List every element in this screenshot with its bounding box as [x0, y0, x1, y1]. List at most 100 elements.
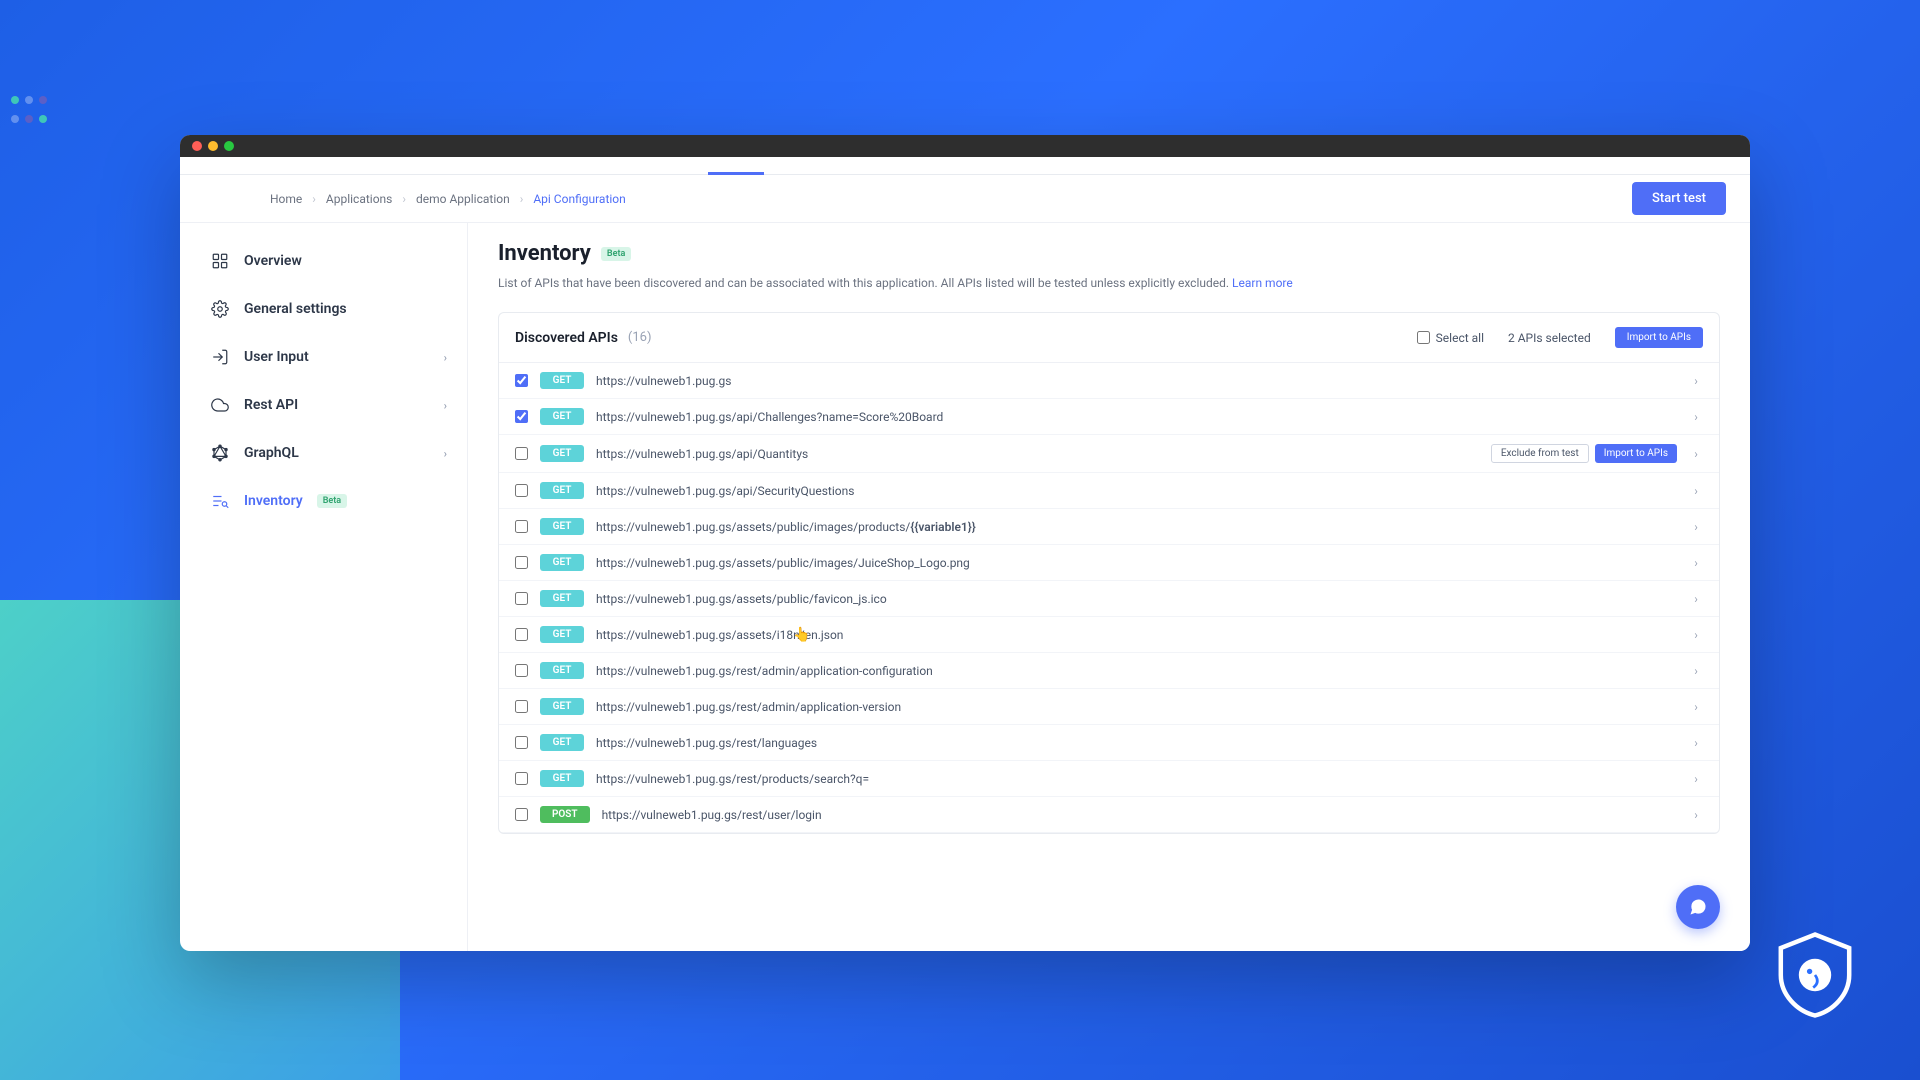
- sidebar-item-label: Rest API: [244, 397, 298, 413]
- api-row[interactable]: GEThttps://vulneweb1.pug.gsExclude from …: [499, 363, 1719, 399]
- grid-icon: [210, 251, 230, 271]
- method-badge: POST: [540, 806, 590, 823]
- chevron-right-icon: ›: [402, 192, 406, 206]
- select-all-checkbox[interactable]: [1417, 331, 1430, 344]
- method-badge: GET: [540, 445, 584, 462]
- breadcrumb-home[interactable]: Home: [270, 192, 302, 206]
- api-row[interactable]: GEThttps://vulneweb1.pug.gs/rest/languag…: [499, 725, 1719, 761]
- api-row[interactable]: GET https://vulneweb1.pug.gs/assets/publi…: [499, 545, 1719, 581]
- method-badge: GET: [540, 372, 584, 389]
- selected-count: 2 APIs selected: [1508, 331, 1591, 345]
- chevron-right-icon: ›: [444, 399, 447, 412]
- chevron-right-icon[interactable]: ›: [1689, 736, 1703, 750]
- api-checkbox[interactable]: [515, 628, 528, 641]
- sidebar-item-graphql[interactable]: GraphQL ›: [198, 429, 467, 477]
- chevron-right-icon[interactable]: ›: [1689, 772, 1703, 786]
- api-row[interactable]: GEThttps://vulneweb1.pug.gs/rest/admin/a…: [499, 653, 1719, 689]
- api-checkbox[interactable]: [515, 447, 528, 460]
- panel-count: (16): [628, 330, 652, 345]
- chevron-right-icon[interactable]: ›: [1689, 628, 1703, 642]
- api-url: https://vulneweb1.pug.gs/assets/i18n/en.…: [596, 628, 1677, 642]
- sidebar-item-user-input[interactable]: User Input ›: [198, 333, 467, 381]
- chevron-right-icon[interactable]: ›: [1689, 592, 1703, 606]
- search-list-icon: [210, 491, 230, 511]
- method-badge: GET: [540, 408, 584, 425]
- method-badge: GET: [540, 770, 584, 787]
- api-row[interactable]: GEThttps://vulneweb1.pug.gs/api/Challeng…: [499, 399, 1719, 435]
- api-row[interactable]: GEThttps://vulneweb1.pug.gs/api/Quantity…: [499, 435, 1719, 473]
- api-url: https://vulneweb1.pug.gs/assets/public/i…: [596, 520, 1677, 534]
- api-row[interactable]: GEThttps://vulneweb1.pug.gs/assets/i18n/…: [499, 617, 1719, 653]
- graphql-icon: [210, 443, 230, 463]
- api-row[interactable]: GEThttps://vulneweb1.pug.gs/assets/publi…: [499, 581, 1719, 617]
- api-row[interactable]: POST https://vulneweb1.pug.gs/rest/user/l…: [499, 797, 1719, 833]
- api-checkbox[interactable]: [515, 592, 528, 605]
- api-checkbox[interactable]: [515, 772, 528, 785]
- chat-button[interactable]: [1676, 885, 1720, 929]
- api-url: https://vulneweb1.pug.gs/assets/public/i…: [596, 556, 1677, 570]
- import-to-apis-button[interactable]: Import to APIs: [1615, 327, 1703, 348]
- api-checkbox[interactable]: [515, 556, 528, 569]
- api-checkbox[interactable]: [515, 700, 528, 713]
- api-url: https://vulneweb1.pug.gs: [596, 374, 1677, 388]
- chevron-right-icon[interactable]: ›: [1689, 484, 1703, 498]
- chevron-right-icon[interactable]: ›: [1689, 808, 1703, 822]
- api-checkbox[interactable]: [515, 484, 528, 497]
- chevron-right-icon: ›: [444, 351, 447, 364]
- minimize-icon[interactable]: [208, 141, 218, 151]
- api-row[interactable]: GEThttps://vulneweb1.pug.gs/api/Security…: [499, 473, 1719, 509]
- close-icon[interactable]: [192, 141, 202, 151]
- gear-icon: [210, 299, 230, 319]
- page-title: Inventory: [498, 241, 591, 266]
- login-icon: [210, 347, 230, 367]
- api-url: https://vulneweb1.pug.gs/rest/admin/appl…: [596, 664, 1677, 678]
- breadcrumb-current: Api Configuration: [533, 192, 625, 206]
- breadcrumb-app[interactable]: demo Application: [416, 192, 510, 206]
- api-url: https://vulneweb1.pug.gs/rest/user/login: [602, 808, 1677, 822]
- brand-logo: [1770, 930, 1860, 1020]
- method-badge: GET: [540, 554, 584, 571]
- chevron-right-icon[interactable]: ›: [1689, 447, 1703, 461]
- api-row[interactable]: GET https://vulneweb1.pug.gs/rest/product…: [499, 761, 1719, 797]
- chevron-right-icon[interactable]: ›: [1689, 520, 1703, 534]
- api-url: https://vulneweb1.pug.gs/rest/admin/appl…: [596, 700, 1677, 714]
- app-window: Home › Applications › demo Application ›…: [180, 135, 1750, 951]
- chevron-right-icon[interactable]: ›: [1689, 374, 1703, 388]
- chevron-right-icon[interactable]: ›: [1689, 664, 1703, 678]
- chevron-right-icon: ›: [312, 192, 316, 206]
- breadcrumb-applications[interactable]: Applications: [326, 192, 392, 206]
- api-list: GET https://vulneweb1.pug.gs Exclude from …: [499, 363, 1719, 833]
- chevron-right-icon: ›: [520, 192, 524, 206]
- api-checkbox[interactable]: [515, 736, 528, 749]
- import-to-apis-button[interactable]: Import to APIs: [1595, 444, 1677, 463]
- active-tab-indicator: [708, 172, 764, 175]
- select-all-label[interactable]: Select all: [1417, 331, 1484, 345]
- api-row[interactable]: GET https://vulneweb1.pug.gs/rest/admin/a…: [499, 689, 1719, 725]
- method-badge: GET: [540, 698, 584, 715]
- sidebar-item-label: Overview: [244, 253, 302, 269]
- maximize-icon[interactable]: [224, 141, 234, 151]
- chevron-right-icon[interactable]: ›: [1689, 700, 1703, 714]
- api-checkbox[interactable]: [515, 410, 528, 423]
- page-description: List of APIs that have been discovered a…: [498, 276, 1720, 290]
- learn-more-link[interactable]: Learn more: [1232, 276, 1293, 290]
- sidebar-item-inventory[interactable]: Inventory Beta: [198, 477, 467, 525]
- sidebar-item-label: Inventory: [244, 493, 303, 509]
- api-checkbox[interactable]: [515, 520, 528, 533]
- chevron-right-icon[interactable]: ›: [1689, 410, 1703, 424]
- sidebar-item-general[interactable]: General settings: [198, 285, 467, 333]
- api-row[interactable]: GEThttps://vulneweb1.pug.gs/assets/publi…: [499, 509, 1719, 545]
- api-checkbox[interactable]: [515, 808, 528, 821]
- exclude-from-test-button[interactable]: Exclude from test: [1491, 444, 1589, 463]
- cloud-icon: [210, 395, 230, 415]
- chevron-right-icon[interactable]: ›: [1689, 556, 1703, 570]
- api-url: https://vulneweb1.pug.gs/rest/products/s…: [596, 772, 1677, 786]
- sidebar-item-rest-api[interactable]: Rest API ›: [198, 381, 467, 429]
- panel-title: Discovered APIs: [515, 330, 618, 346]
- api-checkbox[interactable]: [515, 374, 528, 387]
- start-test-button[interactable]: Start test: [1632, 182, 1726, 215]
- api-checkbox[interactable]: [515, 664, 528, 677]
- api-url: https://vulneweb1.pug.gs/api/SecurityQue…: [596, 484, 1677, 498]
- sidebar-item-overview[interactable]: Overview: [198, 237, 467, 285]
- chat-icon: [1688, 897, 1708, 917]
